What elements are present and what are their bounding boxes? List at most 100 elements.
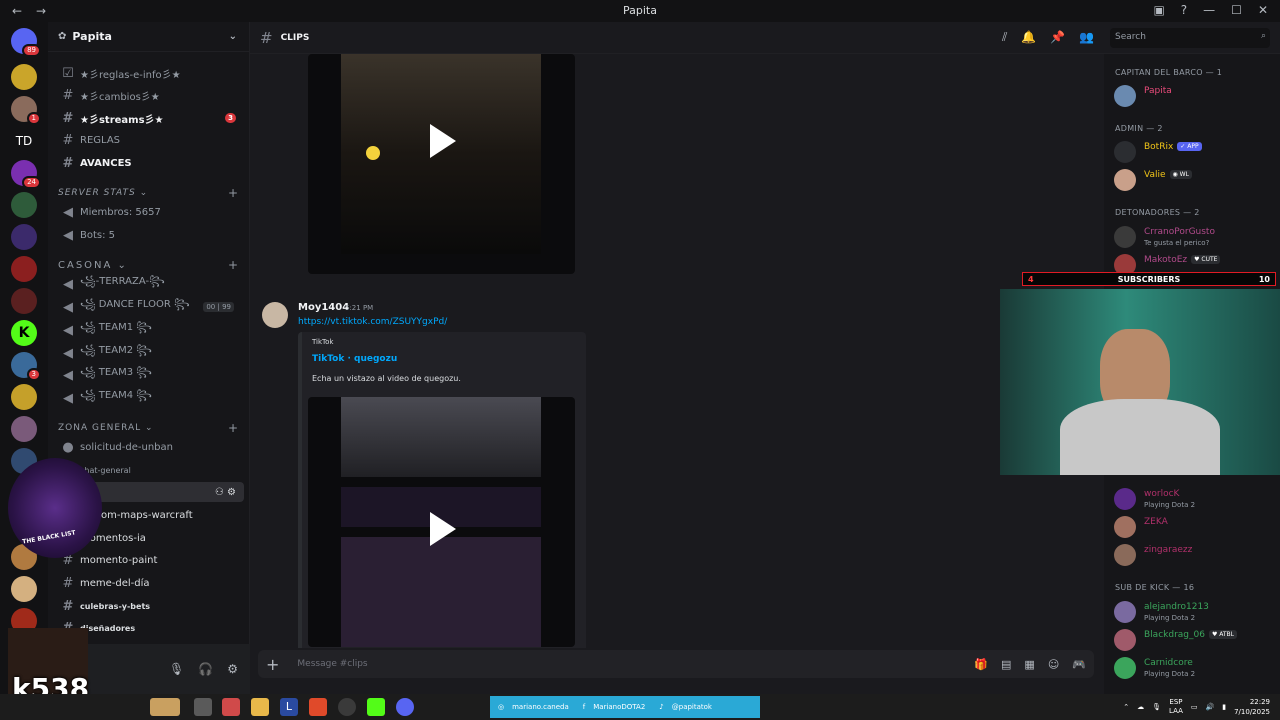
gif-icon[interactable]: ▤ (1001, 658, 1011, 671)
search-input[interactable]: Search ⌕ (1110, 28, 1270, 48)
member-item[interactable]: ZEKA (1114, 514, 1280, 540)
member-item[interactable]: BotRix ✓ APP (1114, 139, 1280, 165)
discord-icon[interactable] (396, 698, 414, 716)
kick-icon[interactable] (367, 698, 385, 716)
minimize-icon[interactable]: — (1203, 3, 1215, 17)
voice-channel[interactable]: ◀ ꧁-TERRAZA-꧂ (54, 274, 244, 294)
server-icon[interactable] (11, 576, 37, 602)
add-channel-icon[interactable]: + (228, 186, 239, 200)
server-icon[interactable]: 1 (11, 96, 41, 125)
inbox-icon[interactable]: ▣ (1153, 3, 1164, 17)
server-icon[interactable] (11, 256, 37, 282)
member-item[interactable]: Blackdrag_06 ♥ ATBL (1114, 627, 1280, 653)
voice-channel[interactable]: ◀ ꧁ TEAM4 ꧂ (54, 388, 244, 408)
speaker-icon: ◀ (63, 390, 73, 406)
channel-item[interactable]: # AVANCES (54, 153, 244, 173)
server-icon[interactable] (11, 416, 37, 442)
category-zona-general[interactable]: ZONA GENERAL ⌄ + (58, 421, 238, 435)
gift-icon[interactable]: 🎁 (974, 658, 988, 671)
clock-time: 22:29 (1249, 698, 1270, 706)
member-activity: Playing Dota 2 (1144, 670, 1196, 678)
message-author[interactable]: Moy1404 (298, 302, 349, 313)
voice-channel[interactable]: ◀ ꧁ TEAM2 ꧂ (54, 343, 244, 363)
obs-icon[interactable] (338, 698, 356, 716)
server-icon[interactable]: TD (11, 128, 37, 154)
category-server-stats[interactable]: SERVER STATS ⌄ + (58, 186, 238, 200)
message-link[interactable]: https://vt.tiktok.com/ZSUYYgxPd/ (298, 317, 447, 327)
voice-channel[interactable]: ◀ Miembros: 5657 (54, 202, 244, 222)
play-icon[interactable] (430, 512, 456, 546)
channel-item[interactable]: ● solicitud-de-unban (54, 437, 244, 457)
clock[interactable]: 22:29 7/10/2025 (1234, 697, 1270, 717)
channel-item[interactable]: # meme-del-día (54, 573, 244, 593)
add-channel-icon[interactable]: + (228, 258, 240, 272)
settings-gear-icon[interactable]: ⚙ (227, 662, 238, 676)
maximize-icon[interactable]: ☐ (1231, 3, 1242, 17)
home-discord-icon[interactable]: 89 (11, 28, 41, 57)
add-channel-icon[interactable]: + (228, 421, 239, 435)
server-header[interactable]: ✿ Papita ⌄ (48, 22, 249, 52)
server-icon[interactable] (11, 224, 37, 250)
server-icon[interactable]: K (11, 320, 37, 346)
member-item[interactable]: Carnidcore Playing Dota 2 (1114, 655, 1280, 681)
channel-item[interactable]: # momento-paint (54, 550, 244, 570)
member-item[interactable]: worlocK Playing Dota 2 (1114, 486, 1280, 512)
apps-icon[interactable]: 🎮 (1072, 658, 1086, 671)
help-icon[interactable]: ? (1181, 3, 1187, 17)
battery-icon[interactable]: ▮ (1222, 703, 1226, 711)
play-icon[interactable] (430, 124, 456, 158)
category-casona[interactable]: CASONA ⌄ + (58, 258, 238, 272)
channel-item[interactable]: ☑ ★彡reglas-e-info彡★ (54, 63, 244, 83)
channel-item[interactable]: # ★彡cambios彡★ (54, 85, 244, 105)
message-composer[interactable]: + Message #clips 🎁 ▤ ▦ ☺ 🎮 (258, 650, 1094, 678)
member-list-icon[interactable]: 👥 (1079, 30, 1094, 45)
sticker-icon[interactable]: ▦ (1024, 658, 1034, 671)
add-attachment-icon[interactable]: + (266, 655, 279, 674)
voice-channel[interactable]: ◀ ꧁ DANCE FLOOR ꧂ 00 | 99 (54, 297, 244, 317)
cloud-icon[interactable]: ☁ (1137, 703, 1144, 711)
member-item[interactable]: CrranoPorGusto Te gusta el perico? (1114, 224, 1280, 250)
network-icon[interactable]: ▭ (1191, 703, 1198, 711)
server-icon[interactable]: 24 (11, 160, 41, 189)
bell-icon[interactable]: 🔔 (1021, 30, 1036, 45)
video-embed-1[interactable] (308, 54, 575, 274)
file-explorer-icon[interactable] (251, 698, 269, 716)
stage-light (366, 146, 380, 160)
avatar[interactable] (262, 302, 288, 328)
video-embed-2[interactable] (308, 397, 575, 647)
server-icon[interactable] (11, 288, 37, 314)
volume-icon[interactable]: 🔊 (1206, 703, 1215, 711)
task-view-icon[interactable] (194, 698, 212, 716)
server-icon[interactable]: 3 (11, 352, 41, 381)
server-icon[interactable] (11, 192, 37, 218)
app-icon[interactable] (222, 698, 240, 716)
avatar (1114, 516, 1136, 538)
close-icon[interactable]: ✕ (1258, 3, 1268, 17)
server-icon[interactable] (11, 64, 37, 90)
embed-title[interactable]: TikTok · quegozu (312, 354, 397, 364)
voice-channel[interactable]: ◀ ꧁ TEAM1 ꧂ (54, 320, 244, 340)
microphone-icon[interactable]: 🎙 (169, 662, 184, 676)
taskbar-search-icon[interactable] (150, 698, 180, 716)
app-icon[interactable]: L (280, 698, 298, 716)
member-item[interactable]: alejandro1213 Playing Dota 2 (1114, 599, 1280, 625)
voice-channel[interactable]: ◀ ꧁ TEAM3 ꧂ (54, 365, 244, 385)
voice-channel[interactable]: ◀ Bots: 5 (54, 225, 244, 245)
language-indicator[interactable]: ESP LAA (1169, 698, 1183, 716)
emoji-icon[interactable]: ☺ (1048, 658, 1059, 671)
pin-icon[interactable]: 📌 (1050, 30, 1065, 45)
threads-icon[interactable]: ⫽ (1002, 30, 1007, 45)
member-item[interactable]: Papita (1114, 83, 1280, 109)
chevron-up-icon[interactable]: ⌃ (1123, 703, 1129, 711)
channel-settings-icons[interactable]: ⚇ ⚙ (215, 487, 236, 498)
chevron-down-icon[interactable]: ⌄ (229, 31, 237, 42)
brave-browser-icon[interactable] (309, 698, 327, 716)
channel-item[interactable]: # culebras-y-bets (54, 596, 244, 616)
channel-item[interactable]: # REGLAS (54, 130, 244, 150)
member-item[interactable]: zingaraezz (1114, 542, 1280, 568)
headphones-icon[interactable]: 🎧 (198, 662, 213, 676)
microphone-icon[interactable]: 🎙 (1152, 703, 1161, 711)
server-icon[interactable] (11, 384, 37, 410)
member-item[interactable]: Valie ◉ WL (1114, 167, 1280, 193)
channel-item[interactable]: # ★彡streams彡★ 3 (54, 108, 244, 128)
